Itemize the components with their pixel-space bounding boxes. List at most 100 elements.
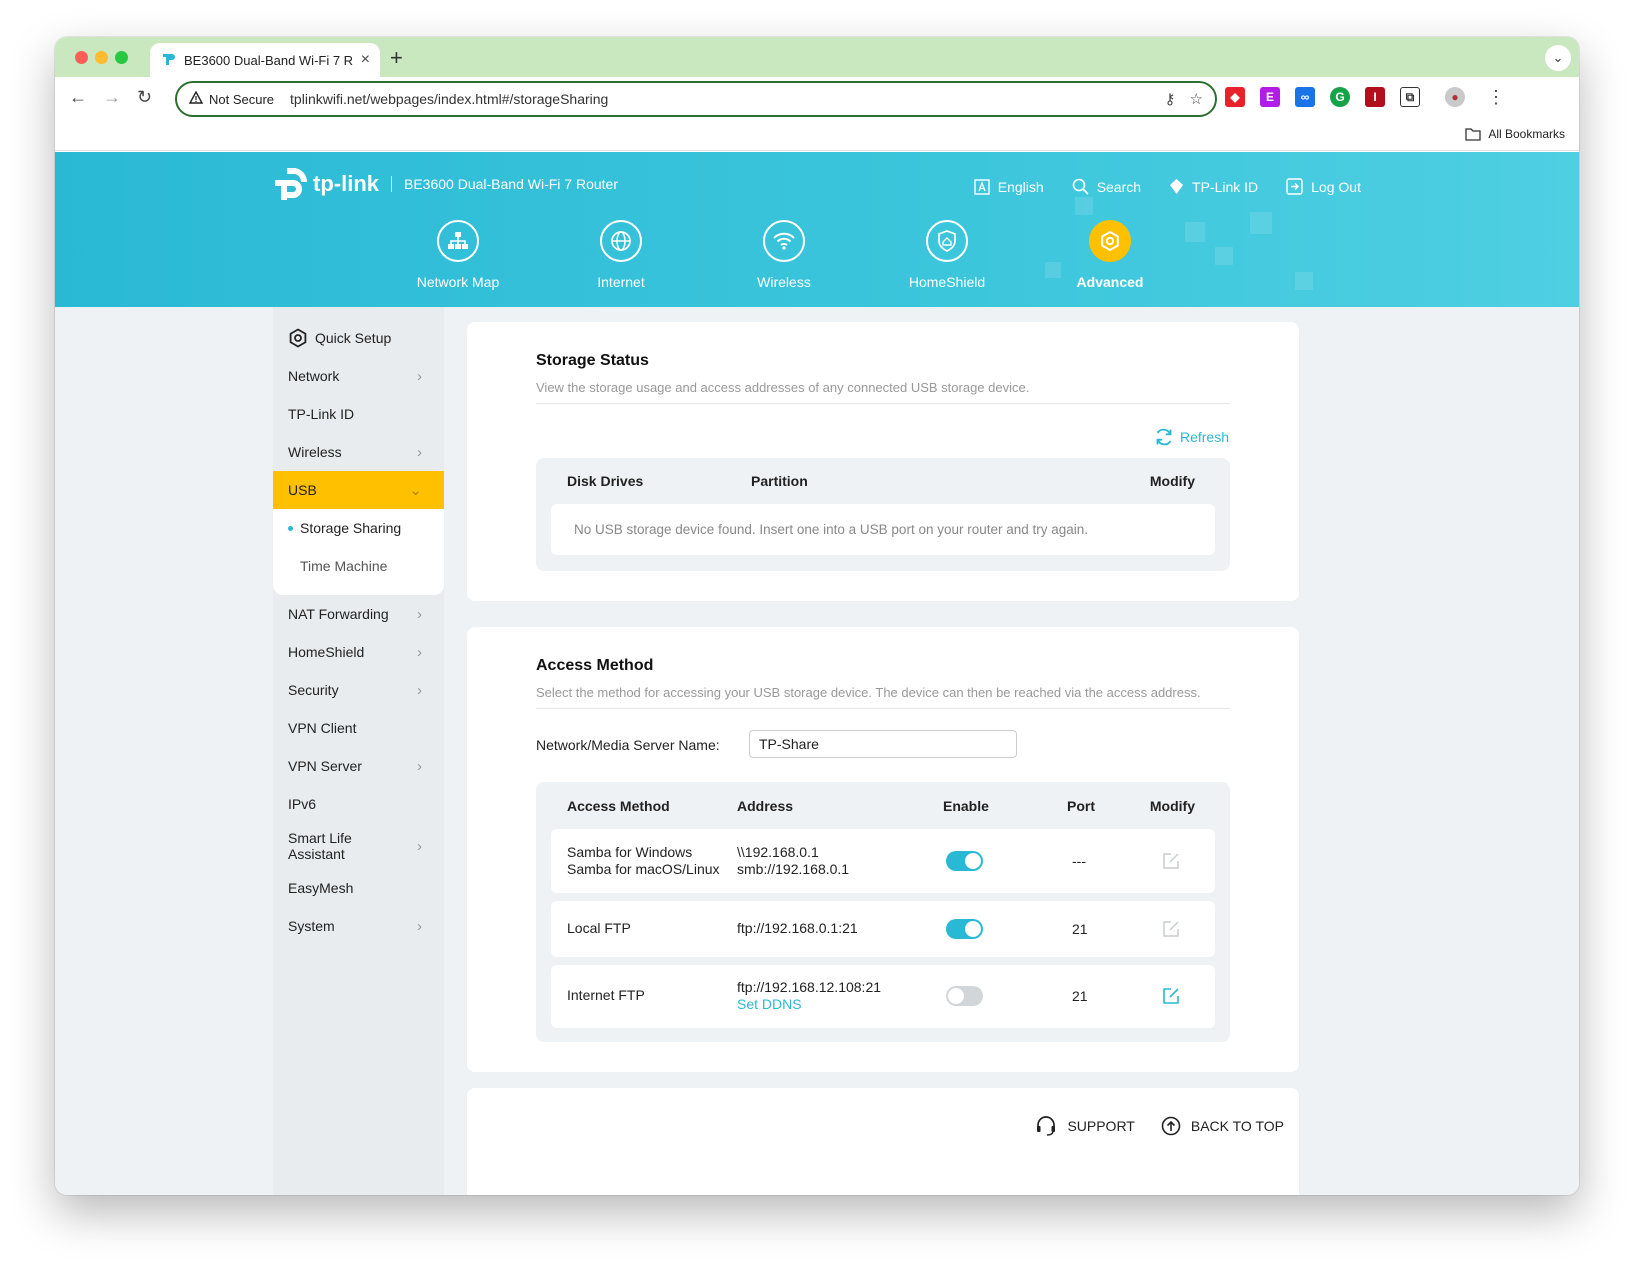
footer-card: SUPPORT BACK TO TOP — [467, 1088, 1299, 1195]
sidebar-item-nat-forwarding[interactable]: NAT Forwarding › — [273, 595, 444, 633]
browser-tab[interactable]: BE3600 Dual-Band Wi-Fi 7 R × — [150, 43, 380, 77]
sidebar-item-ipv6[interactable]: IPv6 — [273, 785, 444, 823]
address-bar[interactable]: Not Secure tplinkwifi.net/webpages/index… — [175, 81, 1217, 117]
tplink-id-link[interactable]: TP-Link ID — [1169, 178, 1258, 195]
chevron-right-icon: › — [417, 443, 422, 461]
extension-red-icon[interactable]: ◆ — [1225, 87, 1245, 107]
method-name: Samba for Windows Samba for macOS/Linux — [567, 844, 720, 877]
chevron-right-icon: › — [417, 917, 422, 935]
close-tab-icon[interactable]: × — [361, 51, 370, 69]
empty-table-row: No USB storage device found. Insert one … — [551, 504, 1215, 555]
language-selector[interactable]: English — [974, 178, 1044, 195]
nav-wireless[interactable]: Wireless — [719, 220, 849, 290]
extension-e-icon[interactable]: E — [1260, 87, 1280, 107]
warning-triangle-icon — [188, 90, 204, 108]
edit-icon[interactable] — [1161, 986, 1181, 1006]
password-key-icon[interactable]: ⚷ — [1165, 90, 1176, 108]
access-method-table: Access Method Address Enable Port Modify… — [536, 782, 1230, 1042]
all-bookmarks-label: All Bookmarks — [1488, 127, 1565, 141]
sidebar-item-easymesh[interactable]: EasyMesh — [273, 869, 444, 907]
table-row: Internet FTP ftp://192.168.12.108:21 Set … — [551, 965, 1215, 1028]
nav-advanced[interactable]: Advanced — [1045, 220, 1175, 290]
sidebar-item-storage-sharing[interactable]: Storage Sharing — [273, 509, 444, 547]
logout-link[interactable]: Log Out — [1286, 178, 1361, 195]
chevron-down-icon: ⌄ — [409, 482, 422, 499]
refresh-icon — [1156, 428, 1172, 446]
globe-icon — [600, 220, 642, 262]
chevron-right-icon: › — [417, 681, 422, 699]
enable-toggle-samba[interactable] — [946, 851, 983, 871]
sidebar-item-smart-life-assistant[interactable]: Smart Life Assistant › — [273, 823, 444, 869]
address: \\192.168.0.1 smb://192.168.0.1 — [737, 844, 850, 877]
method-name: Local FTP — [567, 920, 631, 936]
storage-status-description: View the storage usage and access addres… — [536, 380, 1230, 404]
all-bookmarks-button[interactable]: All Bookmarks — [1465, 127, 1565, 141]
column-address: Address — [737, 798, 794, 814]
column-access-method: Access Method — [567, 798, 670, 814]
back-arrow-icon[interactable]: ← — [69, 87, 87, 108]
enable-toggle-internet-ftp[interactable] — [946, 986, 983, 1006]
back-to-top-link[interactable]: BACK TO TOP — [1161, 1115, 1284, 1137]
access-method-description: Select the method for accessing your USB… — [536, 685, 1230, 709]
sidebar-item-homeshield[interactable]: HomeShield › — [273, 633, 444, 671]
tplink-brand[interactable]: tp-link BE3600 Dual-Band Wi-Fi 7 Router — [273, 168, 618, 200]
access-method-title: Access Method — [536, 657, 654, 674]
server-name-input[interactable]: TP-Share — [749, 730, 1017, 758]
bookmark-star-icon[interactable]: ☆ — [1190, 90, 1203, 108]
reload-icon[interactable]: ↻ — [137, 87, 152, 108]
headset-icon — [1037, 1116, 1056, 1136]
tab-strip: BE3600 Dual-Band Wi-Fi 7 R × + ⌄ — [55, 37, 1579, 77]
table-row: Local FTP ftp://192.168.0.1:21 21 — [551, 901, 1215, 957]
port-value: --- — [1072, 853, 1086, 869]
url-text[interactable]: tplinkwifi.net/webpages/index.html#/stor… — [290, 91, 1151, 107]
tab-search-chevron-icon[interactable]: ⌄ — [1545, 45, 1571, 71]
main-navigation: Network Map Internet Wireless HomeShield… — [55, 220, 1579, 300]
enable-toggle-local-ftp[interactable] — [946, 919, 983, 939]
support-link[interactable]: SUPPORT — [1035, 1115, 1135, 1137]
extension-i-icon[interactable]: I — [1365, 87, 1385, 107]
sidebar-item-network[interactable]: Network › — [273, 357, 444, 395]
tab-title: BE3600 Dual-Band Wi-Fi 7 R — [184, 52, 354, 68]
server-name-label: Network/Media Server Name: — [536, 737, 720, 753]
nav-network-map[interactable]: Network Map — [393, 220, 523, 290]
usb-submenu: Storage Sharing Time Machine — [273, 509, 444, 595]
minimize-window-button[interactable] — [95, 51, 108, 64]
sidebar-item-vpn-server[interactable]: VPN Server › — [273, 747, 444, 785]
zoom-window-button[interactable] — [115, 51, 128, 64]
sidebar-item-quick-setup[interactable]: Quick Setup — [273, 319, 444, 357]
footer-links: SUPPORT BACK TO TOP — [1035, 1115, 1284, 1137]
chevron-right-icon: › — [417, 605, 422, 623]
set-ddns-link[interactable]: Set DDNS — [737, 996, 802, 1012]
brand-logo-text: tp-link — [313, 171, 379, 196]
extension-grammarly-icon[interactable]: G — [1330, 87, 1350, 107]
sidebar: Quick Setup Network › TP-Link ID Wireless… — [273, 307, 444, 1195]
address: ftp://192.168.0.1:21 — [737, 920, 858, 936]
column-modify: Modify — [1149, 473, 1195, 489]
column-modify: Modify — [1149, 798, 1195, 814]
tplink-logo-icon — [275, 168, 307, 200]
forward-arrow-icon[interactable]: → — [103, 87, 121, 108]
nav-homeshield[interactable]: HomeShield — [882, 220, 1012, 290]
search-link[interactable]: Search — [1072, 178, 1141, 195]
profile-avatar[interactable]: ● — [1445, 87, 1465, 107]
new-tab-button[interactable]: + — [390, 45, 403, 71]
not-secure-label[interactable]: Not Secure — [209, 92, 274, 107]
sidebar-item-tplink-id[interactable]: TP-Link ID — [273, 395, 444, 433]
browser-menu-icon[interactable]: ⋮ — [1487, 87, 1505, 108]
refresh-button[interactable]: Refresh — [1154, 428, 1229, 446]
extensions-puzzle-icon[interactable]: ⧉ — [1400, 87, 1420, 107]
extension-link-icon[interactable]: ∞ — [1295, 87, 1315, 107]
close-window-button[interactable] — [75, 51, 88, 64]
nav-internet[interactable]: Internet — [556, 220, 686, 290]
sidebar-item-security[interactable]: Security › — [273, 671, 444, 709]
sidebar-item-system[interactable]: System › — [273, 907, 444, 945]
sidebar-item-vpn-client[interactable]: VPN Client — [273, 709, 444, 747]
arrow-up-circle-icon — [1161, 1116, 1181, 1136]
advanced-gear-icon — [1089, 220, 1131, 262]
edit-icon[interactable] — [1161, 851, 1181, 871]
sidebar-item-wireless[interactable]: Wireless › — [273, 433, 444, 471]
sidebar-item-time-machine[interactable]: Time Machine — [273, 547, 444, 585]
address: ftp://192.168.12.108:21 Set DDNS — [737, 979, 882, 1012]
edit-icon[interactable] — [1161, 919, 1181, 939]
sidebar-item-usb[interactable]: USB ⌄ — [273, 471, 444, 509]
